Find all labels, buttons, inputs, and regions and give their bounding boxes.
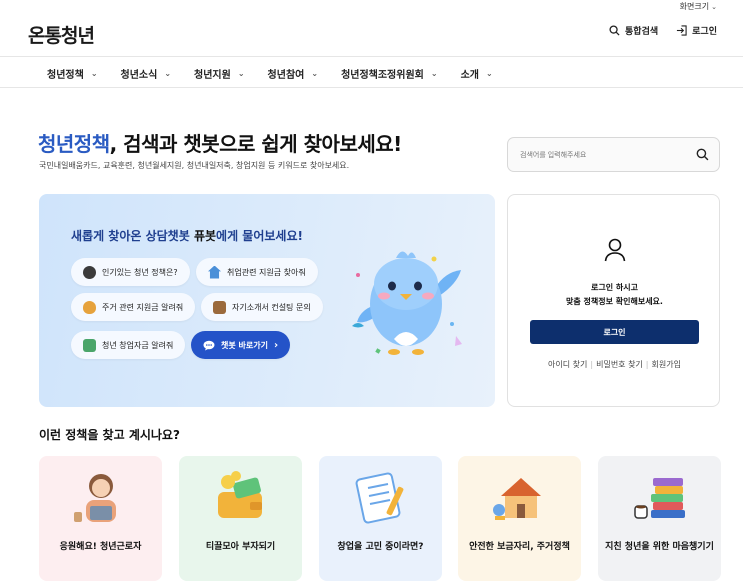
search-icon[interactable] <box>696 148 709 161</box>
logo-text: 온통청년 <box>28 24 95 47</box>
site-header: 온통청년 통합검색 로그인 <box>0 14 743 56</box>
card-label: 안전한 보금자리, 주거정책 <box>469 542 570 552</box>
chevron-down-icon: ⌄ <box>485 68 493 78</box>
money-bag-icon <box>83 300 96 314</box>
chatbot-title: 새롭게 찾아온 상담챗봇 퓨봇에게 물어보세요! <box>71 229 303 243</box>
font-size-label: 화면크기 <box>679 2 710 11</box>
font-size-control[interactable]: 화면크기 ⌄ <box>680 1 717 12</box>
card-label: 응원해요! 청년근로자 <box>59 542 142 552</box>
card-label: 티끌모아 부자되기 <box>205 542 276 552</box>
briefcase-icon <box>213 300 226 314</box>
person-icon <box>83 265 96 279</box>
nav-item-youth-news[interactable]: 청년소식 ⌄ <box>121 66 172 81</box>
hero-title: 청년정책, 검색과 챗봇으로 쉽게 찾아보세요! <box>38 128 402 157</box>
books-coffee-illustration <box>634 478 685 519</box>
chevron-down-icon: ⌄ <box>237 68 245 78</box>
search-icon <box>609 25 620 36</box>
main-navigation: 청년정책 ⌄ 청년소식 ⌄ 청년지원 ⌄ 청년참여 ⌄ 청년정책조정위원회 ⌄ 소개 ⌄ <box>0 56 743 88</box>
chip-housing-support[interactable]: 주거 관련 지원금 알려줘 <box>71 293 196 321</box>
chatbot-shortcut-button[interactable]: 챗봇 바로가기 › <box>191 331 291 359</box>
nav-item-youth-policy[interactable]: 청년정책 ⌄ <box>47 66 98 81</box>
chevron-down-icon: ⌄ <box>311 68 319 78</box>
worker-laptop-illustration <box>74 474 116 522</box>
header-utilities: 통합검색 로그인 <box>609 24 717 37</box>
chip-startup-funding[interactable]: 청년 창업자금 알려줘 <box>71 331 186 359</box>
nav-item-youth-participation[interactable]: 청년참여 ⌄ <box>268 66 319 81</box>
divider: | <box>590 360 594 369</box>
login-button[interactable]: 로그인 <box>530 320 699 344</box>
nav-item-policy-committee[interactable]: 청년정책조정위원회 ⌄ <box>341 66 438 81</box>
checklist-pencil-illustration <box>355 472 404 524</box>
hero-title-accent: 청년정책 <box>38 132 110 156</box>
policy-search-input[interactable] <box>520 148 690 162</box>
card-housing[interactable]: 안전한 보금자리, 주거정책 <box>458 456 581 581</box>
top-utility-bar: 화면크기 ⌄ <box>0 0 743 14</box>
login-message: 로그인 하시고 맞춤 정책정보 확인해보세요. <box>566 283 663 306</box>
find-id-link[interactable]: 아이디 찾기 <box>548 360 587 369</box>
divider: | <box>645 360 649 369</box>
login-link[interactable]: 로그인 <box>676 24 717 37</box>
login-link-label: 로그인 <box>692 27 717 37</box>
find-password-link[interactable]: 비밀번호 찾기 <box>596 360 643 369</box>
house-coins-illustration <box>493 478 541 520</box>
chevron-down-icon: ⌄ <box>430 68 438 78</box>
chip-employment-support[interactable]: 취업관련 지원금 찾아줘 <box>196 258 318 286</box>
chat-bubble-icon <box>203 340 215 350</box>
chevron-down-icon: ⌄ <box>90 68 98 78</box>
card-label: 창업을 고민 중이라면? <box>337 542 424 552</box>
login-icon <box>677 25 687 36</box>
chatbot-banner: 새롭게 찾아온 상담챗봇 퓨봇에게 물어보세요! 인기있는 청년 정책은? 취업… <box>39 194 495 407</box>
user-icon <box>604 238 626 262</box>
integrated-search-button[interactable]: 통합검색 <box>609 24 658 37</box>
recommend-card-list: 응원해요! 청년근로자 티끌모아 부자되기 창업을 고민 중이라면? 안전한 보… <box>39 456 721 581</box>
policy-search-box <box>507 137 720 172</box>
books-icon <box>83 338 96 352</box>
card-youth-worker[interactable]: 응원해요! 청년근로자 <box>39 456 162 581</box>
nav-item-youth-support[interactable]: 청년지원 ⌄ <box>194 66 245 81</box>
card-startup[interactable]: 창업을 고민 중이라면? <box>319 456 442 581</box>
chip-resume-consulting[interactable]: 자기소개서 컨설팅 문의 <box>201 293 323 321</box>
card-mental-health[interactable]: 지친 청년을 위한 마음챙기기 <box>598 456 721 581</box>
login-panel: 로그인 하시고 맞춤 정책정보 확인해보세요. 로그인 아이디 찾기 | 비밀번호 … <box>507 194 720 407</box>
account-links: 아이디 찾기 | 비밀번호 찾기 | 회원가입 <box>508 359 721 370</box>
chevron-right-icon: › <box>273 339 279 351</box>
card-label: 지친 청년을 위한 마음챙기기 <box>605 542 714 552</box>
chip-popular-policy[interactable]: 인기있는 청년 정책은? <box>71 258 190 286</box>
house-icon <box>208 265 221 279</box>
chevron-down-icon: ⌄ <box>711 3 717 11</box>
card-savings[interactable]: 티끌모아 부자되기 <box>179 456 302 581</box>
recommend-section-title: 이런 정책을 찾고 계시나요? <box>39 428 180 442</box>
site-logo[interactable]: 온통청년 <box>28 20 95 48</box>
wallet-coins-illustration <box>218 471 262 518</box>
signup-link[interactable]: 회원가입 <box>652 360 681 369</box>
chatbot-mascot-illustration <box>352 251 462 355</box>
hero-title-rest: , 검색과 챗봇으로 쉽게 찾아보세요! <box>109 132 403 156</box>
hero-subtitle: 국민내일배움카드, 교육훈련, 청년월세지원, 청년내일저축, 창업지원 등 키… <box>39 161 350 170</box>
nav-item-about[interactable]: 소개 ⌄ <box>461 66 493 81</box>
chevron-down-icon: ⌄ <box>164 68 172 78</box>
integrated-search-label: 통합검색 <box>625 27 659 37</box>
